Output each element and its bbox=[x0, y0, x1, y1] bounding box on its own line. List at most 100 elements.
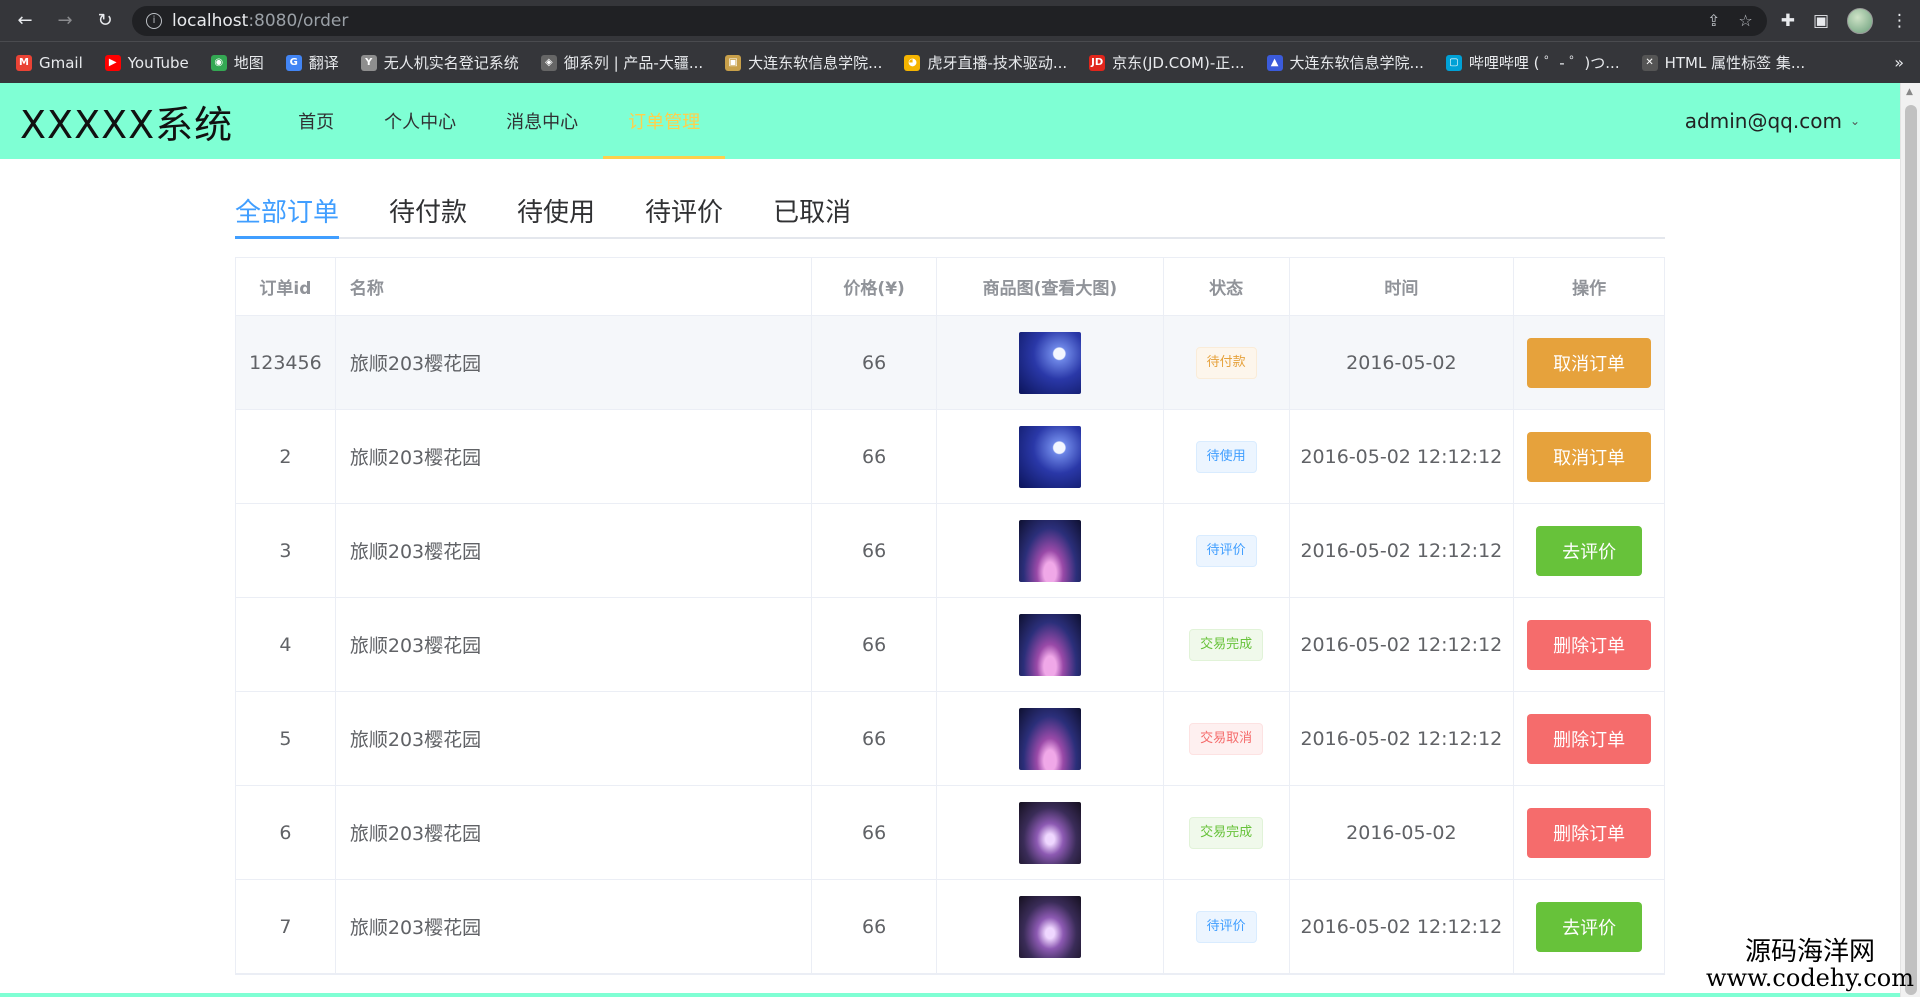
column-header-status: 状态 bbox=[1164, 258, 1290, 315]
product-image-cell bbox=[937, 880, 1164, 973]
order-time: 2016-05-02 12:12:12 bbox=[1290, 880, 1515, 973]
html-site-icon: ✕ bbox=[1641, 54, 1658, 71]
user-menu[interactable]: admin@qq.com ⌄ bbox=[1685, 109, 1860, 133]
profile-avatar[interactable] bbox=[1847, 7, 1873, 34]
bookmark-item[interactable]: ▣ 大连东软信息学院... bbox=[725, 52, 882, 73]
site-info-icon[interactable]: i bbox=[146, 12, 162, 29]
status-badge: 交易完成 bbox=[1189, 816, 1264, 849]
order-name: 旅顺203樱花园 bbox=[336, 316, 813, 409]
bookmark-star-icon[interactable]: ☆ bbox=[1738, 11, 1752, 30]
order-action-button[interactable]: 删除订单 bbox=[1527, 619, 1652, 670]
order-name: 旅顺203樱花园 bbox=[336, 504, 813, 597]
column-header-price: 价格(¥) bbox=[812, 258, 938, 315]
order-id: 7 bbox=[236, 880, 336, 973]
order-id: 5 bbox=[236, 692, 336, 785]
bookmark-item[interactable]: ◕ 虎牙直播-技术驱动... bbox=[904, 52, 1067, 73]
order-price: 66 bbox=[812, 598, 938, 691]
order-status-cell: 待付款 bbox=[1164, 316, 1290, 409]
order-status-cell: 待评价 bbox=[1164, 880, 1290, 973]
tab-pending-review[interactable]: 待评价 bbox=[645, 192, 723, 237]
bookmark-item[interactable]: ▶ YouTube bbox=[104, 54, 189, 72]
scroll-up-arrow-icon[interactable]: ▲ bbox=[1906, 87, 1913, 97]
back-arrow-icon[interactable]: ← bbox=[12, 8, 38, 34]
bookmarks-overflow-icon[interactable]: » bbox=[1894, 53, 1904, 72]
bookmark-item[interactable]: ▲ 大连东软信息学院... bbox=[1266, 52, 1424, 73]
order-price: 66 bbox=[812, 316, 938, 409]
bookmark-item[interactable]: G 翻译 bbox=[285, 52, 339, 73]
product-thumbnail[interactable] bbox=[1018, 331, 1081, 394]
status-badge: 交易完成 bbox=[1189, 628, 1264, 661]
bookmark-label: 翻译 bbox=[308, 54, 339, 72]
bookmark-item[interactable]: ✕ HTML 属性标签 集... bbox=[1641, 52, 1805, 73]
browser-menu-icon[interactable]: ⋮ bbox=[1891, 11, 1908, 31]
bookmark-label: 大连东软信息学院... bbox=[748, 54, 883, 72]
order-action-button[interactable]: 删除订单 bbox=[1527, 713, 1652, 764]
user-email: admin@qq.com bbox=[1684, 109, 1842, 133]
bookmark-item[interactable]: JD 京东(JD.COM)-正... bbox=[1089, 52, 1245, 73]
order-action-button[interactable]: 去评价 bbox=[1536, 525, 1643, 576]
order-action-button[interactable]: 取消订单 bbox=[1527, 431, 1652, 482]
nav-item-messages[interactable]: 消息中心 bbox=[481, 83, 603, 159]
order-id: 4 bbox=[236, 598, 336, 691]
nav-item-profile[interactable]: 个人中心 bbox=[359, 83, 481, 159]
drone-site-icon: Y bbox=[360, 54, 377, 71]
tab-cancelled[interactable]: 已取消 bbox=[773, 192, 851, 237]
order-price: 66 bbox=[812, 504, 938, 597]
order-action-button[interactable]: 去评价 bbox=[1536, 901, 1643, 952]
bookmark-item[interactable]: ◉ 地图 bbox=[210, 52, 264, 73]
product-thumbnail[interactable] bbox=[1018, 707, 1081, 770]
order-price: 66 bbox=[812, 880, 938, 973]
youtube-icon: ▶ bbox=[104, 54, 121, 71]
share-icon[interactable]: ⇪ bbox=[1707, 11, 1720, 30]
reload-icon[interactable]: ↻ bbox=[92, 8, 118, 34]
order-time: 2016-05-02 12:12:12 bbox=[1290, 410, 1515, 503]
school-icon: ▲ bbox=[1266, 54, 1283, 71]
product-thumbnail[interactable] bbox=[1018, 519, 1081, 582]
order-name: 旅顺203樱花园 bbox=[336, 880, 813, 973]
forward-arrow-icon[interactable]: → bbox=[52, 8, 78, 34]
bookmark-item[interactable]: ▢ 哔哩哔哩 ( ゜- ゜)つ... bbox=[1445, 52, 1620, 73]
order-price: 66 bbox=[812, 692, 938, 785]
order-action-button[interactable]: 删除订单 bbox=[1527, 807, 1652, 858]
table-row: 2 旅顺203樱花园 66 待使用 2016-05-02 12:12:12 取消订单 bbox=[236, 410, 1664, 504]
table-row: 6 旅顺203樱花园 66 交易完成 2016-05-02 删除订单 bbox=[236, 786, 1664, 880]
product-image-cell bbox=[937, 692, 1164, 785]
nav-item-home[interactable]: 首页 bbox=[273, 83, 359, 159]
table-row: 7 旅顺203樱花园 66 待评价 2016-05-02 12:12:12 去评价 bbox=[236, 880, 1664, 974]
order-time: 2016-05-02 12:12:12 bbox=[1290, 504, 1515, 597]
table-body: 123456 旅顺203樱花园 66 待付款 2016-05-02 取消订单 2 旅顺203樱… bbox=[236, 316, 1664, 974]
bookmark-label: 哔哩哔哩 ( ゜- ゜)つ... bbox=[1468, 54, 1620, 72]
table-row: 3 旅顺203樱花园 66 待评价 2016-05-02 12:12:12 去评价 bbox=[236, 504, 1664, 598]
product-thumbnail[interactable] bbox=[1018, 425, 1081, 488]
order-status-cell: 交易取消 bbox=[1164, 692, 1290, 785]
bookmark-item[interactable]: M Gmail bbox=[16, 54, 83, 72]
tab-pending-payment[interactable]: 待付款 bbox=[389, 192, 467, 237]
status-badge: 待评价 bbox=[1195, 534, 1257, 567]
order-name: 旅顺203樱花园 bbox=[336, 598, 813, 691]
order-page: 全部订单 待付款 待使用 待评价 已取消 订单id 名称 价格(¥) 商品图(查… bbox=[235, 159, 1665, 975]
column-header-actions: 操作 bbox=[1572, 279, 1607, 299]
bookmark-item[interactable]: Y 无人机实名登记系统 bbox=[360, 52, 519, 73]
column-header-id: 订单id bbox=[236, 258, 336, 315]
product-thumbnail[interactable] bbox=[1018, 801, 1081, 864]
page-scrollbar[interactable]: ▲ bbox=[1900, 83, 1920, 997]
scrollbar-thumb[interactable] bbox=[1905, 105, 1917, 995]
order-action-button[interactable]: 取消订单 bbox=[1527, 337, 1652, 388]
tab-all-orders[interactable]: 全部订单 bbox=[235, 192, 340, 239]
product-thumbnail[interactable] bbox=[1018, 613, 1081, 676]
side-panel-icon[interactable]: ▣ bbox=[1813, 11, 1829, 31]
address-bar[interactable]: i localhost:8080/order ⇪ ☆ bbox=[132, 5, 1767, 36]
product-thumbnail[interactable] bbox=[1018, 895, 1081, 958]
status-badge: 交易取消 bbox=[1189, 722, 1264, 755]
bookmark-item[interactable]: ◈ 御系列 | 产品-大疆... bbox=[540, 52, 703, 73]
column-header-image: 商品图(查看大图) bbox=[937, 258, 1164, 315]
tab-pending-use[interactable]: 待使用 bbox=[517, 192, 595, 237]
extensions-puzzle-icon[interactable]: ✚ bbox=[1781, 11, 1795, 31]
dji-icon: ◈ bbox=[540, 54, 557, 71]
bookmark-label: 地图 bbox=[233, 54, 264, 72]
app-header: XXXXX系统 首页 个人中心 消息中心 订单管理 admin@qq.com ⌄ bbox=[0, 83, 1900, 159]
nav-item-orders[interactable]: 订单管理 bbox=[603, 83, 726, 159]
order-actions-cell: 取消订单 bbox=[1514, 316, 1664, 409]
order-actions-cell: 取消订单 bbox=[1514, 410, 1664, 503]
order-actions-cell: 删除订单 bbox=[1514, 692, 1664, 785]
